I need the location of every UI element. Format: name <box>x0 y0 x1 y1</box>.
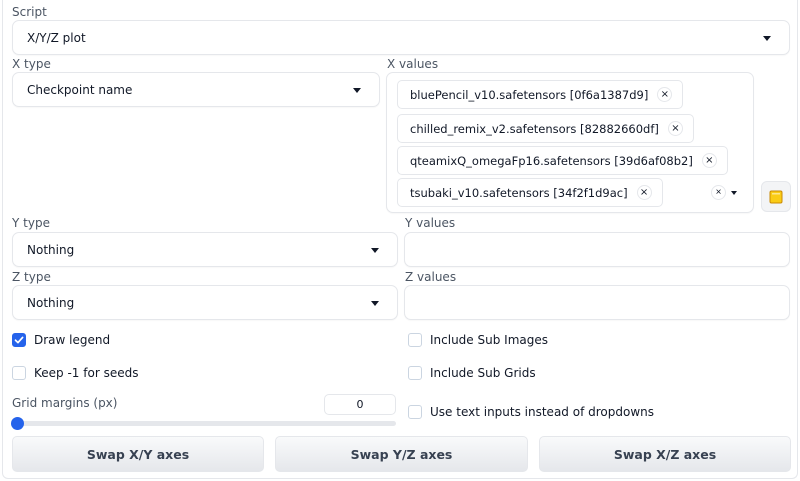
folder-icon <box>769 190 783 203</box>
script-dropdown-value: X/Y/Z plot <box>27 30 86 45</box>
swap-yz-button[interactable]: Swap Y/Z axes <box>275 436 528 472</box>
y-type-dropdown-value: Nothing <box>27 242 75 257</box>
grid-margins-slider-handle[interactable] <box>11 417 24 430</box>
chevron-down-icon <box>353 87 361 93</box>
z-type-label: Z type <box>12 270 51 284</box>
x-values-multiselect[interactable]: bluePencil_v10.safetensors [0f6a1387d9] … <box>386 72 754 213</box>
chevron-down-icon <box>371 300 379 306</box>
x-values-label: X values <box>387 57 439 71</box>
grid-margins-label: Grid margins (px) <box>12 396 118 410</box>
z-type-dropdown[interactable]: Nothing <box>12 285 398 320</box>
checkbox-box[interactable] <box>12 366 26 380</box>
include-sub-images-checkbox[interactable]: Include Sub Images <box>408 333 548 347</box>
x-value-tag-label: qteamixQ_omegaFp16.safetensors [39d6af08… <box>410 153 693 168</box>
grid-margins-slider-track[interactable] <box>14 421 396 426</box>
chevron-down-icon[interactable] <box>731 191 737 195</box>
x-value-tag: bluePencil_v10.safetensors [0f6a1387d9] … <box>397 80 684 109</box>
draw-legend-checkbox[interactable]: Draw legend <box>12 333 110 347</box>
z-values-input[interactable] <box>404 285 790 320</box>
x-type-dropdown-value: Checkpoint name <box>27 82 133 97</box>
draw-legend-label: Draw legend <box>34 333 111 347</box>
remove-tag-icon[interactable]: × <box>667 121 683 136</box>
remove-tag-icon[interactable]: × <box>701 153 717 168</box>
swap-xy-button[interactable]: Swap X/Y axes <box>12 436 264 472</box>
script-dropdown[interactable]: X/Y/Z plot <box>12 20 790 55</box>
x-value-tag-label: tsubaki_v10.safetensors [34f2f1d9ac] <box>410 185 628 200</box>
script-label: Script <box>12 5 47 19</box>
checkmark-icon <box>14 336 24 344</box>
include-sub-grids-label: Include Sub Grids <box>430 366 536 380</box>
keep-seeds-label: Keep -1 for seeds <box>34 366 139 380</box>
checkbox-box[interactable] <box>408 405 422 419</box>
z-values-label: Z values <box>405 270 457 284</box>
checkbox-box[interactable] <box>408 333 422 347</box>
checkbox-box[interactable] <box>408 366 422 380</box>
x-value-tag-label: bluePencil_v10.safetensors [0f6a1387d9] <box>410 87 649 102</box>
keep-seeds-checkbox[interactable]: Keep -1 for seeds <box>12 366 138 380</box>
x-value-tag: chilled_remix_v2.safetensors [82882660df… <box>397 114 694 143</box>
clear-all-icon[interactable]: × <box>711 185 726 200</box>
y-type-dropdown[interactable]: Nothing <box>12 232 398 267</box>
y-type-label: Y type <box>12 216 50 230</box>
include-sub-images-label: Include Sub Images <box>430 333 548 347</box>
use-text-inputs-checkbox[interactable]: Use text inputs instead of dropdowns <box>408 405 654 419</box>
swap-xz-button[interactable]: Swap X/Z axes <box>539 436 791 472</box>
checkbox-box[interactable] <box>12 333 26 347</box>
include-sub-grids-checkbox[interactable]: Include Sub Grids <box>408 366 536 380</box>
z-type-dropdown-value: Nothing <box>27 295 75 310</box>
fill-values-button[interactable] <box>761 181 791 212</box>
y-values-label: Y values <box>405 216 456 230</box>
y-values-input[interactable] <box>404 232 790 267</box>
x-value-tag: tsubaki_v10.safetensors [34f2f1d9ac] × <box>397 178 663 207</box>
x-value-tag: qteamixQ_omegaFp16.safetensors [39d6af08… <box>397 146 728 175</box>
x-value-tag-label: chilled_remix_v2.safetensors [82882660df… <box>410 121 659 136</box>
use-text-inputs-label: Use text inputs instead of dropdowns <box>430 405 654 419</box>
remove-tag-icon[interactable]: × <box>636 185 652 200</box>
chevron-down-icon <box>763 35 771 41</box>
x-type-dropdown[interactable]: Checkpoint name <box>12 72 380 107</box>
remove-tag-icon[interactable]: × <box>657 87 673 102</box>
x-type-label: X type <box>12 57 51 71</box>
grid-margins-number-input[interactable]: 0 <box>324 394 396 415</box>
chevron-down-icon <box>371 247 379 253</box>
